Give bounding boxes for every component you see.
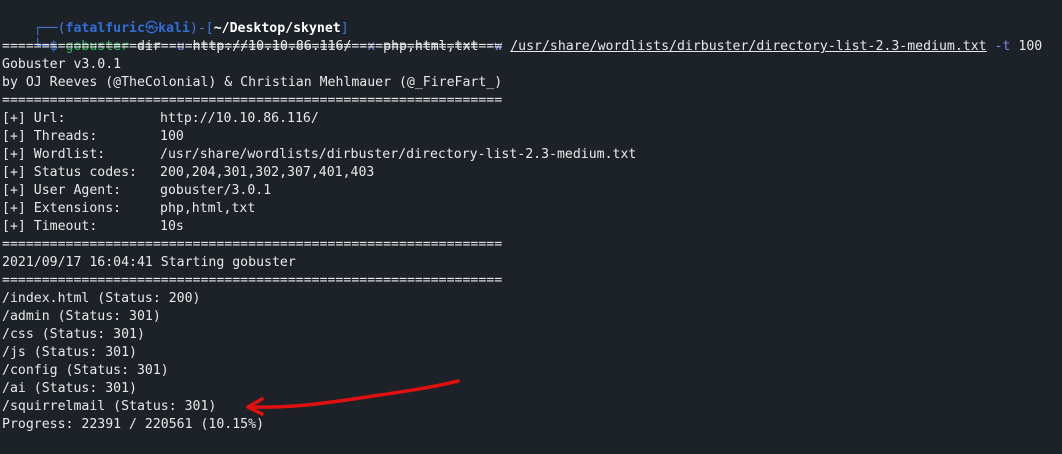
prompt-cwd: ~/Desktop/skynet xyxy=(213,21,341,36)
prompt-user: fatalfuric xyxy=(65,21,145,36)
config-value: 10s xyxy=(160,219,184,234)
result-index-html: /index.html (Status: 200) xyxy=(2,291,201,306)
config-key: [+] Threads: xyxy=(2,129,98,144)
config-key: [+] Status codes: xyxy=(2,165,137,180)
config-value: /usr/share/wordlists/dirbuster/directory… xyxy=(160,147,637,162)
separator-4: ========================================… xyxy=(2,273,503,288)
config-value: gobuster/3.0.1 xyxy=(160,183,272,198)
config-row-url: [+] Url: http://10.10.86.116/ xyxy=(2,110,1062,128)
result-squirrelmail: /squirrelmail (Status: 301) xyxy=(2,399,217,414)
config-key: [+] Timeout: xyxy=(2,219,98,234)
config-row-extensions: [+] Extensions: php,html,txt xyxy=(2,200,1062,218)
result-ai: /ai (Status: 301) xyxy=(2,381,137,396)
prompt-end: ] xyxy=(340,21,349,36)
result-admin: /admin (Status: 301) xyxy=(2,309,161,324)
config-row-status-codes: [+] Status codes: 200,204,301,302,307,401… xyxy=(2,164,1062,182)
result-js: /js (Status: 301) xyxy=(2,345,137,360)
prompt-corner-top: ┌──( xyxy=(33,21,66,36)
config-key: [+] Extensions: xyxy=(2,201,122,216)
result-config: /config (Status: 301) xyxy=(2,363,169,378)
config-key: [+] Url: xyxy=(2,111,66,126)
banner-authors: by OJ Reeves (@TheColonial) & Christian … xyxy=(2,75,503,90)
config-key: [+] User Agent: xyxy=(2,183,122,198)
config-row-user-agent: [+] User Agent: gobuster/3.0.1 xyxy=(2,182,1062,200)
start-line: 2021/09/17 16:04:41 Starting gobuster xyxy=(2,255,296,270)
config-value: 100 xyxy=(160,129,184,144)
terminal-window[interactable]: ┌──(fatalfuric㉿kali)-[~/Desktop/skynet] … xyxy=(0,0,1062,454)
banner-version: Gobuster v3.0.1 xyxy=(2,57,122,72)
command-flag-t: -t xyxy=(986,39,1011,54)
command-threads: 100 xyxy=(1010,39,1043,54)
prompt-mid: )-[ xyxy=(189,21,214,36)
config-row-threads: [+] Threads: 100 xyxy=(2,128,1062,146)
prompt-line-top: ┌──(fatalfuric㉿kali)-[~/Desktop/skynet] xyxy=(2,2,1062,36)
config-value: 200,204,301,302,307,401,403 xyxy=(160,165,375,180)
config-value: http://10.10.86.116/ xyxy=(160,111,319,126)
config-row-wordlist: [+] Wordlist: /usr/share/wordlists/dirbus… xyxy=(2,146,1062,164)
config-value: php,html,txt xyxy=(160,201,256,216)
result-css: /css (Status: 301) xyxy=(2,327,145,342)
kali-skull-icon: ㉿ xyxy=(144,21,159,36)
progress-line: Progress: 22391 / 220561 (10.15%) xyxy=(2,417,265,432)
config-row-timeout: [+] Timeout: 10s xyxy=(2,218,1062,236)
separator-3: ========================================… xyxy=(2,237,503,252)
config-key: [+] Wordlist: xyxy=(2,147,106,162)
command-wordlist: /usr/share/wordlists/dirbuster/directory… xyxy=(510,39,987,54)
prompt-host: kali xyxy=(158,21,190,36)
separator-2: ========================================… xyxy=(2,93,503,108)
